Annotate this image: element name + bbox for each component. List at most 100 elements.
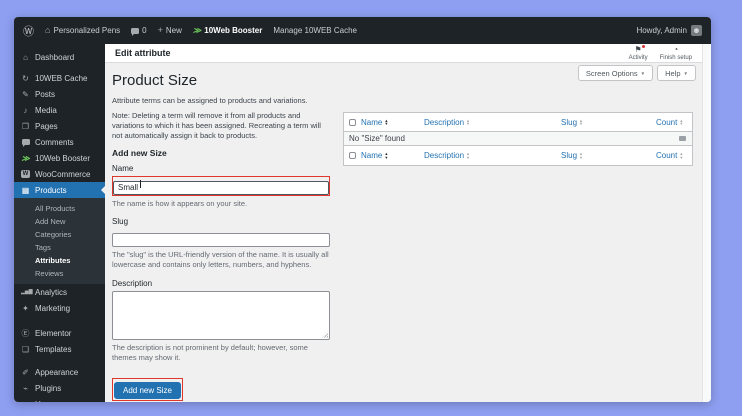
slug-input[interactable] [112,233,330,247]
sidebar-item-pages[interactable]: ❐ Pages [14,118,105,134]
manage-cache-label: Manage 10WEB Cache [273,26,357,35]
sidebar-item-10web-booster[interactable]: ≫ 10Web Booster [14,150,105,166]
sidebar-item-media[interactable]: ♪ Media [14,102,105,118]
submenu-item-tags[interactable]: Tags [14,241,105,254]
description-label: Description [112,279,330,288]
sidebar-item-label: Elementor [35,329,71,338]
add-new-size-button[interactable]: Add new Size [114,382,181,399]
submenu-item-add-new[interactable]: Add New [14,215,105,228]
sidebar-item-marketing[interactable]: ✦ Marketing [14,300,105,316]
admin-bar-left: Ⓦ ⌂ Personalized Pens 0 + New ≫ 10Web Bo… [23,23,636,39]
admin-bar-account[interactable]: Howdy, Admin ☻ [636,25,702,36]
sidebar-item-posts[interactable]: ✎ Posts [14,86,105,102]
comments-shortcut[interactable]: 0 [131,26,146,35]
sidebar-item-label: Appearance [35,368,78,377]
empty-row: No "Size" found [344,132,692,146]
elementor-icon: Ⓔ [21,329,30,338]
sidebar-item-label: Comments [35,138,74,147]
sort-by-count[interactable]: Count▲▼ [656,118,683,127]
avatar: ☻ [691,25,702,36]
text-cursor [140,180,141,188]
sidebar-item-users[interactable]: ☻ Users [14,396,105,402]
sidebar-item-templates[interactable]: ❏ Templates [14,341,105,357]
terms-table: Name▲▼ Description▲▼ Slug▲▼ Count▲▼ No "… [343,112,693,166]
appearance-icon: ✐ [21,368,30,377]
notification-dot [642,45,645,48]
scrollbar[interactable] [702,44,711,402]
site-name-link[interactable]: ⌂ Personalized Pens [45,26,120,35]
howdy-label: Howdy, Admin [636,26,687,35]
activity-button[interactable]: ⚑ Activity [629,46,648,61]
sidebar-item-elementor[interactable]: Ⓔ Elementor [14,325,105,341]
row-marker-icon [679,136,686,141]
sort-by-slug[interactable]: Slug▲▼ [561,151,583,160]
name-label: Name [112,164,330,173]
slug-label: Slug [112,217,330,226]
annotation-box-name [112,176,330,196]
help-button[interactable]: Help ▼ [657,65,696,81]
name-input[interactable] [113,181,329,195]
sidebar-item-10web-cache[interactable]: ↻ 10WEB Cache [14,70,105,86]
description-textarea[interactable] [112,291,330,340]
submenu-item-all-products[interactable]: All Products [14,202,105,215]
sort-by-name[interactable]: Name▲▼ [361,151,388,160]
sidebar-item-label: Marketing [35,304,70,313]
chevron-down-icon: ▼ [684,71,688,76]
sort-arrows-icon: ▲▼ [466,119,470,126]
sort-arrows-icon: ▲▼ [679,152,683,159]
sort-arrows-icon: ▲▼ [679,119,683,126]
finish-setup-button[interactable]: ◔ Finish setup [660,46,692,61]
sort-by-description[interactable]: Description▲▼ [424,118,470,127]
comments-bubble-icon [131,28,139,34]
description-wrap [112,291,330,340]
sidebar-item-label: Media [35,106,57,115]
screen-options-button[interactable]: Screen Options ▼ [578,65,653,81]
plus-icon: + [158,26,163,35]
cache-icon: ↻ [21,74,30,83]
activity-label: Activity [629,55,648,61]
sidebar-item-analytics[interactable]: ▂▅▇ Analytics [14,284,105,300]
sidebar-item-label: 10WEB Cache [35,74,87,83]
desktop-background: Ⓦ ⌂ Personalized Pens 0 + New ≫ 10Web Bo… [0,0,742,416]
sort-by-slug[interactable]: Slug▲▼ [561,118,583,127]
sort-by-name[interactable]: Name▲▼ [361,118,388,127]
submenu-item-reviews[interactable]: Reviews [14,267,105,280]
wordpress-admin-window: Ⓦ ⌂ Personalized Pens 0 + New ≫ 10Web Bo… [14,17,711,402]
submenu-item-attributes[interactable]: Attributes [14,254,105,267]
site-name-label: Personalized Pens [53,26,120,35]
sidebar-item-label: Users [35,400,56,403]
pages-icon: ❐ [21,122,30,131]
woocommerce-icon: W [21,170,30,178]
sidebar-item-appearance[interactable]: ✐ Appearance [14,364,105,380]
sidebar-item-label: Pages [35,122,58,131]
media-icon: ♪ [21,106,30,115]
sort-arrows-icon: ▲▼ [384,119,388,126]
products-submenu: All Products Add New Categories Tags Att… [14,198,105,284]
booster-icon: ≫ [193,26,201,35]
sidebar-item-comments[interactable]: Comments [14,134,105,150]
sidebar-item-dashboard[interactable]: ⌂ Dashboard [14,49,105,65]
sort-by-description[interactable]: Description▲▼ [424,151,470,160]
new-label: New [166,26,182,35]
intro-text: Attribute terms can be assigned to produ… [112,96,330,106]
page-breadcrumb: Edit attribute [115,48,171,58]
wordpress-logo-icon: Ⓦ [23,23,34,39]
comments-count: 0 [142,26,146,35]
sort-by-count[interactable]: Count▲▼ [656,151,683,160]
wordpress-menu[interactable]: Ⓦ [23,23,34,39]
sidebar-item-woocommerce[interactable]: W WooCommerce [14,166,105,182]
select-all-checkbox[interactable] [349,119,356,126]
new-content-menu[interactable]: + New [158,26,182,35]
sidebar-item-products[interactable]: ▦ Products [14,182,105,198]
booster-menu[interactable]: ≫ 10Web Booster [193,26,262,35]
manage-cache-link[interactable]: Manage 10WEB Cache [273,26,357,35]
sidebar-item-label: Analytics [35,288,67,297]
submenu-item-categories[interactable]: Categories [14,228,105,241]
select-all-checkbox[interactable] [349,152,356,159]
booster-icon: ≫ [21,154,30,163]
annotation-box-submit: Add new Size [112,378,183,401]
posts-icon: ✎ [21,90,30,99]
admin-sidebar: ⌂ Dashboard ↻ 10WEB Cache ✎ Posts ♪ Medi… [14,44,105,402]
sidebar-item-plugins[interactable]: ⌁ Plugins [14,380,105,396]
slug-help-text: The "slug" is the URL-friendly version o… [112,250,330,270]
